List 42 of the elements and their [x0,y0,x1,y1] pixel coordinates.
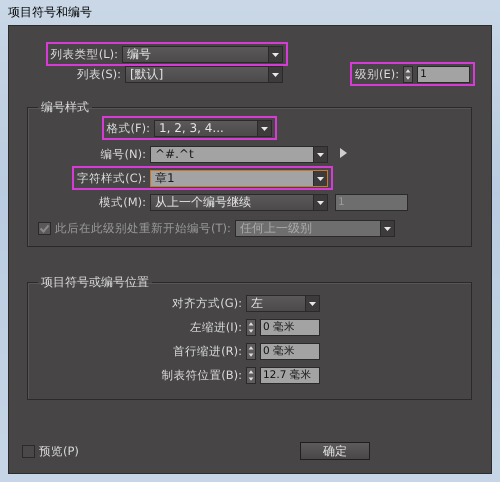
caret-icon [268,46,282,62]
caret-icon [257,120,271,136]
field-label: 模式(M): [99,194,146,210]
dropdown[interactable]: 从上一个编号继续 [150,194,328,210]
field-label: 级别(E): [355,66,400,82]
flyout-arrow-icon[interactable] [340,148,347,158]
field-label: 格式(F): [106,120,150,136]
ok-button[interactable]: 确定 [300,442,370,460]
spinner-arrows-icon[interactable] [246,318,256,336]
field-label: 对齐方式(G): [172,296,242,310]
field-label: 制表符位置(B): [161,368,242,382]
caret-icon [268,66,282,82]
field-label: 编号(N): [100,146,146,162]
number-field[interactable]: 0 毫米 [260,342,320,360]
field-label: 列表(S): [76,66,121,82]
spinner-arrows-icon[interactable] [246,366,256,384]
caret-icon [305,296,319,310]
caret-icon [380,221,394,236]
spinner-arrows-icon[interactable] [246,342,256,360]
group-title: 项目符号或编号位置 [40,274,150,291]
dropdown[interactable]: ^#.^t [150,146,328,162]
group-title: 编号样式 [40,99,90,116]
dropdown[interactable]: 编号 [122,46,283,62]
field-label: 字符样式(C): [77,170,146,186]
dropdown[interactable]: 左 [246,294,320,312]
number-field[interactable]: 1 [417,66,470,82]
dropdown[interactable]: 章1 [150,170,328,186]
caret-icon [313,194,327,210]
field-label: 左缩进(I): [190,320,242,334]
caret-icon [313,146,327,162]
checkbox[interactable] [22,444,35,458]
field-label: 首行缩进(R): [173,344,242,358]
number-field[interactable]: 12.7 毫米 [260,366,320,384]
checkbox-label: 预览(P) [39,444,79,458]
caret-icon [313,170,327,186]
field-label: 列表类型(L): [50,46,118,62]
window-title: 项目符号和编号 [8,4,92,21]
checkbox-label: 此后在此级别处重新开始编号(T): [55,221,231,236]
number-field[interactable]: 0 毫米 [260,318,320,336]
dropdown[interactable]: [默认] [125,66,283,82]
spinner-arrows-icon[interactable] [403,66,414,82]
dropdown[interactable]: 1, 2, 3, 4... [154,120,272,136]
